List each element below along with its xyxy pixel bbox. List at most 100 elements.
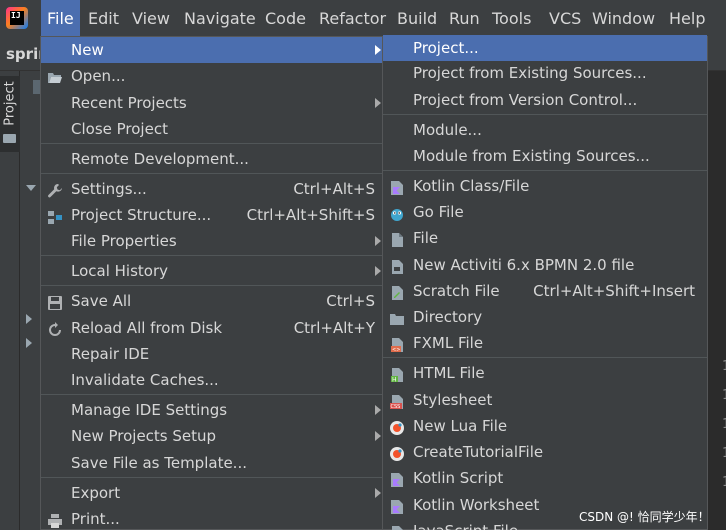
css-file-icon: CSS (389, 392, 405, 410)
file_menu-item-label: Reload All from Disk (71, 319, 223, 337)
file_menu-item-export[interactable]: Export (41, 480, 383, 506)
new_submenu-item-go-file[interactable]: Go File (383, 199, 707, 225)
chevron-right-icon[interactable] (26, 314, 32, 324)
menu-separator (41, 477, 383, 478)
file_menu-item-label: New Projects Setup (71, 427, 217, 445)
project-structure-icon (47, 207, 63, 224)
menu-separator (383, 114, 707, 115)
file_menu-item-label: Project Structure... (71, 206, 212, 224)
submenu-arrow-icon (375, 405, 381, 415)
project-tree-panel (20, 71, 41, 530)
file_menu-item-manage-ide-settings[interactable]: Manage IDE Settings (41, 397, 383, 423)
new_submenu-item-createtutorialfile[interactable]: CreateTutorialFile (383, 439, 707, 465)
new_submenu-item-project[interactable]: Project... (383, 35, 707, 61)
new_submenu-item-file[interactable]: File (383, 225, 707, 251)
go-gopher-icon (389, 204, 405, 221)
menu-help[interactable]: Help (663, 0, 711, 37)
file_menu-item-file-properties[interactable]: File Properties (41, 228, 383, 254)
line-number: 1 (722, 446, 726, 461)
new_submenu-item-label: Kotlin Worksheet (413, 496, 540, 514)
file_menu-item-reload-all-from-disk[interactable]: Reload All from Disk Ctrl+Alt+Y (41, 315, 383, 341)
new_submenu-item-label: New Activiti 6.x BPMN 2.0 file (413, 256, 635, 274)
file_menu-item-save-all[interactable]: Save All Ctrl+S (41, 288, 383, 314)
file_menu-item-label: Invalidate Caches... (71, 371, 219, 389)
file_menu-item-label: Repair IDE (71, 345, 150, 363)
bpmn-file-icon (389, 257, 405, 274)
menu-tools[interactable]: Tools (486, 0, 537, 37)
new_submenu-item-label: Project from Version Control... (413, 91, 638, 109)
file_menu-item-new-projects-setup[interactable]: New Projects Setup (41, 423, 383, 449)
intellij-idea-logo-icon[interactable]: IJ (6, 7, 28, 29)
menu-code[interactable]: Code (259, 0, 312, 37)
file_menu-item-label: Remote Development... (71, 150, 249, 168)
project-tool-window-tab[interactable]: Project (0, 76, 20, 152)
menu-refactor[interactable]: Refactor (313, 0, 392, 37)
new_submenu-item-kotlin-script[interactable]: Kotlin Script (383, 465, 707, 491)
submenu-arrow-icon (375, 266, 381, 276)
new_submenu-item-fxml-file[interactable]: <> FXML File (383, 330, 707, 356)
menu-separator (41, 394, 383, 395)
new_submenu-item-new-lua-file[interactable]: New Lua File (383, 413, 707, 439)
file_menu-item-label: Save All (71, 292, 132, 310)
menu-edit[interactable]: Edit (82, 0, 125, 37)
menu-separator (41, 173, 383, 174)
floppy-disk-icon (47, 293, 63, 310)
shortcut-label: Ctrl+S (326, 292, 375, 310)
new_submenu-item-project-from-existing-sources[interactable]: Project from Existing Sources... (383, 60, 707, 86)
file_menu-item-invalidate-caches[interactable]: Invalidate Caches... (41, 367, 383, 393)
new_submenu-item-directory[interactable]: Directory (383, 304, 707, 330)
html-file-icon: H (389, 365, 405, 384)
file_menu-item-new[interactable]: New (41, 37, 383, 63)
new_submenu-item-new-activiti-6-x-bpmn-2-0-file[interactable]: New Activiti 6.x BPMN 2.0 file (383, 252, 707, 278)
menu-separator (41, 285, 383, 286)
file_menu-item-settings[interactable]: Settings... Ctrl+Alt+S (41, 176, 383, 202)
chevron-down-icon[interactable] (26, 185, 36, 191)
folder-icon (389, 309, 405, 325)
file_menu-item-open[interactable]: Open... (41, 63, 383, 89)
submenu-arrow-icon (375, 488, 381, 498)
project-tab-label: Project (2, 81, 18, 126)
new_submenu-item-label: FXML File (413, 334, 484, 352)
menu-view[interactable]: View (126, 0, 176, 37)
file_menu-item-label: Open... (71, 67, 126, 85)
menu-navigate[interactable]: Navigate (178, 0, 262, 37)
chevron-right-icon[interactable] (26, 338, 32, 348)
new_submenu-item-project-from-version-control[interactable]: Project from Version Control... (383, 87, 707, 113)
printer-icon (47, 511, 63, 528)
menu-build[interactable]: Build (391, 0, 443, 37)
new_submenu-item-label: Go File (413, 203, 464, 221)
new_submenu-item-module[interactable]: Module... (383, 117, 707, 143)
csdn-watermark: CSDN @! 恰同学少年！ (579, 510, 710, 524)
javascript-file-icon (389, 523, 405, 530)
new_submenu-item-html-file[interactable]: H HTML File (383, 360, 707, 386)
new_submenu-item-scratch-file[interactable]: Scratch File Ctrl+Alt+Shift+Insert (383, 278, 707, 304)
file_menu-item-label: Local History (71, 262, 169, 280)
new_submenu-item-module-from-existing-sources[interactable]: Module from Existing Sources... (383, 143, 707, 169)
menu-vcs[interactable]: VCS (543, 0, 587, 37)
file_menu-item-label: File Properties (71, 232, 177, 250)
file_menu-item-label: Print... (71, 510, 120, 528)
file_menu-item-close-project[interactable]: Close Project (41, 116, 383, 142)
folder-icon (3, 134, 16, 143)
file_menu-item-remote-development[interactable]: Remote Development... (41, 146, 383, 172)
shortcut-label: Ctrl+Alt+Shift+Insert (533, 282, 695, 300)
new_submenu-item-label: Stylesheet (413, 391, 493, 409)
file_menu-item-print[interactable]: Print... (41, 506, 383, 530)
menu-separator (383, 357, 707, 358)
shortcut-label: Ctrl+Alt+Shift+S (246, 206, 375, 224)
file_menu-item-save-file-as-template[interactable]: Save File as Template... (41, 450, 383, 476)
menu-separator (383, 170, 707, 171)
file_menu-item-repair-ide[interactable]: Repair IDE (41, 341, 383, 367)
menu-file[interactable]: File (41, 0, 80, 37)
new_submenu-item-kotlin-class-file[interactable]: Kotlin Class/File (383, 173, 707, 199)
file_menu-item-project-structure[interactable]: Project Structure... Ctrl+Alt+Shift+S (41, 202, 383, 228)
file_menu-item-local-history[interactable]: Local History (41, 258, 383, 284)
menu-run[interactable]: Run (443, 0, 486, 37)
submenu-arrow-icon (375, 431, 381, 441)
line-number: 1 (722, 359, 726, 374)
menu-window[interactable]: Window (586, 0, 661, 37)
new_submenu-item-stylesheet[interactable]: CSS Stylesheet (383, 387, 707, 413)
submenu-arrow-icon (375, 98, 381, 108)
new_submenu-item-label: CreateTutorialFile (413, 443, 544, 461)
file_menu-item-recent-projects[interactable]: Recent Projects (41, 90, 383, 116)
